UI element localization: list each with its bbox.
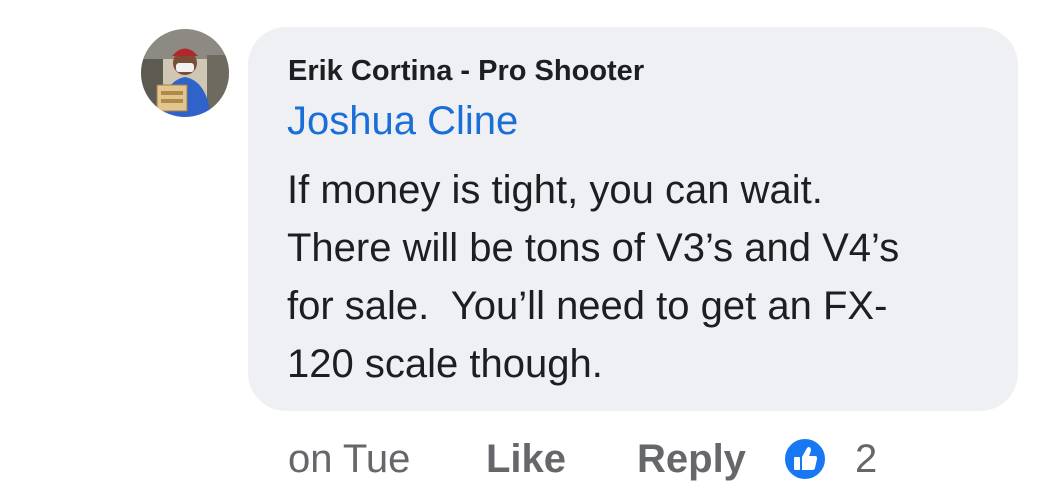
like-thumbs-up-icon[interactable] — [782, 436, 828, 482]
comment-body-line: If money is tight, you can wait. — [287, 168, 823, 212]
mention-link[interactable]: Joshua Cline — [287, 99, 518, 144]
comment-body-line: 120 scale though. — [287, 342, 603, 386]
reaction-count[interactable]: 2 — [855, 436, 877, 482]
comment-body-line: There will be tons of V3’s and V4’s — [287, 226, 900, 270]
comment-author[interactable]: Erik Cortina - Pro Shooter — [288, 55, 644, 88]
comment-timestamp[interactable]: on Tue — [288, 436, 410, 482]
comment-body: If money is tight, you can wait. There w… — [287, 161, 899, 393]
like-button[interactable]: Like — [486, 436, 566, 482]
avatar[interactable] — [141, 29, 229, 117]
comment-body-line: for sale. You’ll need to get an FX- — [287, 284, 888, 328]
comment-bubble: Erik Cortina - Pro Shooter Joshua Cline … — [248, 27, 1018, 411]
reply-button[interactable]: Reply — [637, 436, 746, 482]
